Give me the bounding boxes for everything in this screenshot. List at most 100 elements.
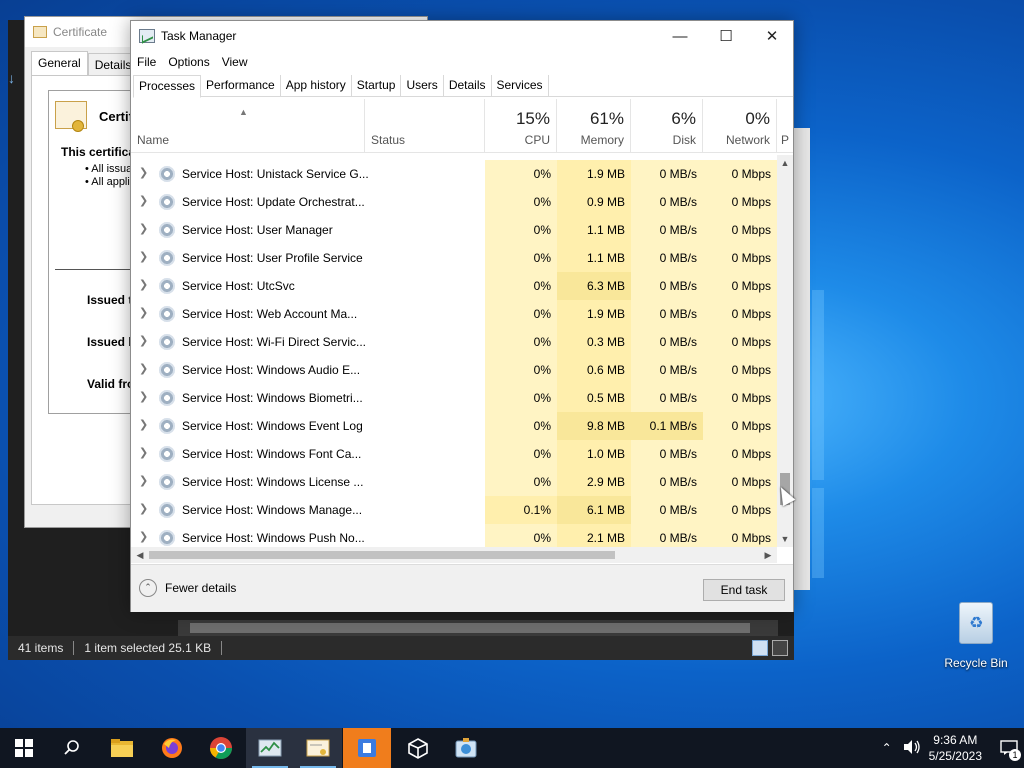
column-disk[interactable]: 6% Disk — [631, 99, 703, 153]
explorer-horizontal-scrollbar[interactable] — [178, 620, 778, 636]
chevron-right-icon[interactable]: ❯ — [139, 418, 148, 431]
chevron-right-icon[interactable]: ❯ — [139, 502, 148, 515]
volume-icon[interactable] — [899, 739, 925, 758]
tab-performance[interactable]: Performance — [201, 75, 281, 97]
column-memory[interactable]: 61% Memory — [557, 99, 631, 153]
taskbar-firefox[interactable] — [148, 728, 196, 768]
scroll-down-icon[interactable]: ▼ — [777, 531, 793, 547]
table-row[interactable]: ❯ Service Host: Windows Font Ca... 0% 1.0 M… — [131, 440, 777, 468]
table-row[interactable]: ❯ Service Host: Windows Audio E... 0% 0.6 M… — [131, 356, 777, 384]
taskbar-certificate[interactable] — [294, 728, 342, 768]
maximize-button[interactable]: ☐ — [703, 21, 749, 51]
large-icons-view-icon[interactable] — [772, 640, 788, 656]
network-cell: 0 Mbps — [703, 272, 777, 300]
windows-logo-icon — [15, 739, 33, 757]
menu-bar: File Options View — [131, 51, 254, 73]
issued-by-label: Issued b — [87, 335, 136, 349]
network-cell: 0 Mbps — [703, 356, 777, 384]
tab-app-history[interactable]: App history — [281, 75, 352, 97]
minimize-button[interactable]: — — [657, 21, 703, 51]
column-status[interactable]: Status — [365, 99, 485, 153]
table-row[interactable]: ❯ Service Host: Windows Event Log 0% 9.8 MB… — [131, 412, 777, 440]
chevron-up-icon[interactable]: ⌃ — [875, 741, 899, 755]
chevron-right-icon[interactable]: ❯ — [139, 222, 148, 235]
column-name[interactable]: ▲ Name — [131, 99, 365, 153]
cpu-cell: 0% — [485, 412, 557, 440]
table-row[interactable]: ❯ Service Host: Windows Push No... 0% 2.1 M… — [131, 524, 777, 547]
task-manager-window: Task Manager — ☐ ✕ File Options View Pro… — [130, 20, 794, 612]
network-cell: 0 Mbps — [703, 496, 777, 524]
table-row[interactable]: ❯ Service Host: Windows License ... 0% 2.9 … — [131, 468, 777, 496]
memory-cell: 0.6 MB — [557, 356, 631, 384]
chevron-right-icon[interactable]: ❯ — [139, 530, 148, 543]
horizontal-scrollbar[interactable]: ◀ ▶ — [131, 547, 777, 563]
taskbar-chrome[interactable] — [197, 728, 245, 768]
table-row[interactable]: ❯ Service Host: Web Account Ma... 0% 1.9 MB… — [131, 300, 777, 328]
table-row[interactable]: ❯ Service Host: Wi-Fi Direct Servic... 0% 0… — [131, 328, 777, 356]
process-name: Service Host: Unistack Service G... — [182, 167, 369, 181]
menu-options[interactable]: Options — [162, 55, 215, 69]
end-task-button[interactable]: End task — [703, 579, 785, 601]
recycle-bin-shortcut[interactable]: Recycle Bin — [940, 602, 1012, 670]
scrollbar-thumb[interactable] — [149, 551, 615, 559]
details-view-icon[interactable] — [752, 640, 768, 656]
tab-startup[interactable]: Startup — [352, 75, 402, 97]
clock-time: 9:36 AM — [933, 733, 978, 747]
chevron-right-icon[interactable]: ❯ — [139, 306, 148, 319]
column-power[interactable]: P — [777, 99, 793, 153]
disk-cell: 0 MB/s — [631, 496, 703, 524]
column-network[interactable]: 0% Network — [703, 99, 777, 153]
table-row[interactable]: ❯ Service Host: User Profile Service 0% 1.1… — [131, 244, 777, 272]
scroll-right-icon[interactable]: ▶ — [761, 547, 775, 563]
taskbar-unity[interactable] — [394, 728, 442, 768]
selection-info: 1 item selected 25.1 KB — [74, 641, 223, 655]
table-row[interactable]: ❯ Service Host: Update Orchestrat... 0% 0.9… — [131, 188, 777, 216]
chevron-right-icon[interactable]: ❯ — [139, 194, 148, 207]
chevron-right-icon[interactable]: ❯ — [139, 166, 148, 179]
menu-file[interactable]: File — [131, 55, 162, 69]
unity-icon — [408, 738, 428, 759]
task-manager-icon — [139, 29, 155, 43]
disk-cell: 0 MB/s — [631, 328, 703, 356]
chevron-right-icon[interactable]: ❯ — [139, 334, 148, 347]
scroll-left-icon[interactable]: ◀ — [133, 547, 147, 563]
notification-center-button[interactable]: 1 — [994, 728, 1024, 768]
gear-icon — [159, 418, 175, 434]
table-row[interactable]: ❯ Service Host: Unistack Service G... 0% 1.… — [131, 160, 777, 188]
close-button[interactable]: ✕ — [749, 21, 795, 51]
view-toggle[interactable] — [752, 640, 788, 656]
column-cpu[interactable]: 15% CPU — [485, 99, 557, 153]
tab-processes[interactable]: Processes — [133, 75, 202, 98]
chevron-right-icon[interactable]: ❯ — [139, 278, 148, 291]
taskbar-tool[interactable] — [442, 728, 490, 768]
taskbar-task-manager[interactable] — [246, 728, 294, 768]
chevron-right-icon[interactable]: ❯ — [139, 474, 148, 487]
table-row[interactable]: ❯ Service Host: Windows Biometri... 0% 0.5 … — [131, 384, 777, 412]
search-button[interactable] — [48, 728, 96, 768]
chevron-right-icon[interactable]: ❯ — [139, 250, 148, 263]
tab-services[interactable]: Services — [492, 75, 549, 97]
table-row[interactable]: ❯ Service Host: User Manager 0% 1.1 MB 0 MB/… — [131, 216, 777, 244]
app-icon — [358, 739, 376, 757]
tab-general[interactable]: General — [31, 51, 88, 76]
taskbar-app[interactable] — [343, 728, 391, 768]
chevron-right-icon[interactable]: ❯ — [139, 390, 148, 403]
menu-view[interactable]: View — [216, 55, 254, 69]
fewer-details-button[interactable]: ⌃ Fewer details — [139, 579, 236, 597]
clock[interactable]: 9:36 AM 5/25/2023 — [929, 732, 982, 764]
certificate-title: Certificate — [53, 25, 108, 39]
tab-users[interactable]: Users — [401, 75, 444, 97]
network-cell: 0 Mbps — [703, 384, 777, 412]
table-row[interactable]: ❯ Service Host: UtcSvc 0% 6.3 MB 0 MB/s 0 Mbp… — [131, 272, 777, 300]
cpu-cell: 0% — [485, 356, 557, 384]
tab-details[interactable]: Details — [444, 75, 492, 97]
chevron-right-icon[interactable]: ❯ — [139, 446, 148, 459]
taskbar-file-explorer[interactable] — [98, 728, 146, 768]
wallpaper-beam — [812, 488, 824, 578]
certificate-icon — [306, 739, 330, 757]
scroll-up-icon[interactable]: ▲ — [777, 155, 793, 171]
chevron-right-icon[interactable]: ❯ — [139, 362, 148, 375]
wallpaper-beam — [812, 290, 824, 480]
table-row[interactable]: ❯ Service Host: Windows Manage... 0.1% 6.1 … — [131, 496, 777, 524]
start-button[interactable] — [0, 728, 48, 768]
